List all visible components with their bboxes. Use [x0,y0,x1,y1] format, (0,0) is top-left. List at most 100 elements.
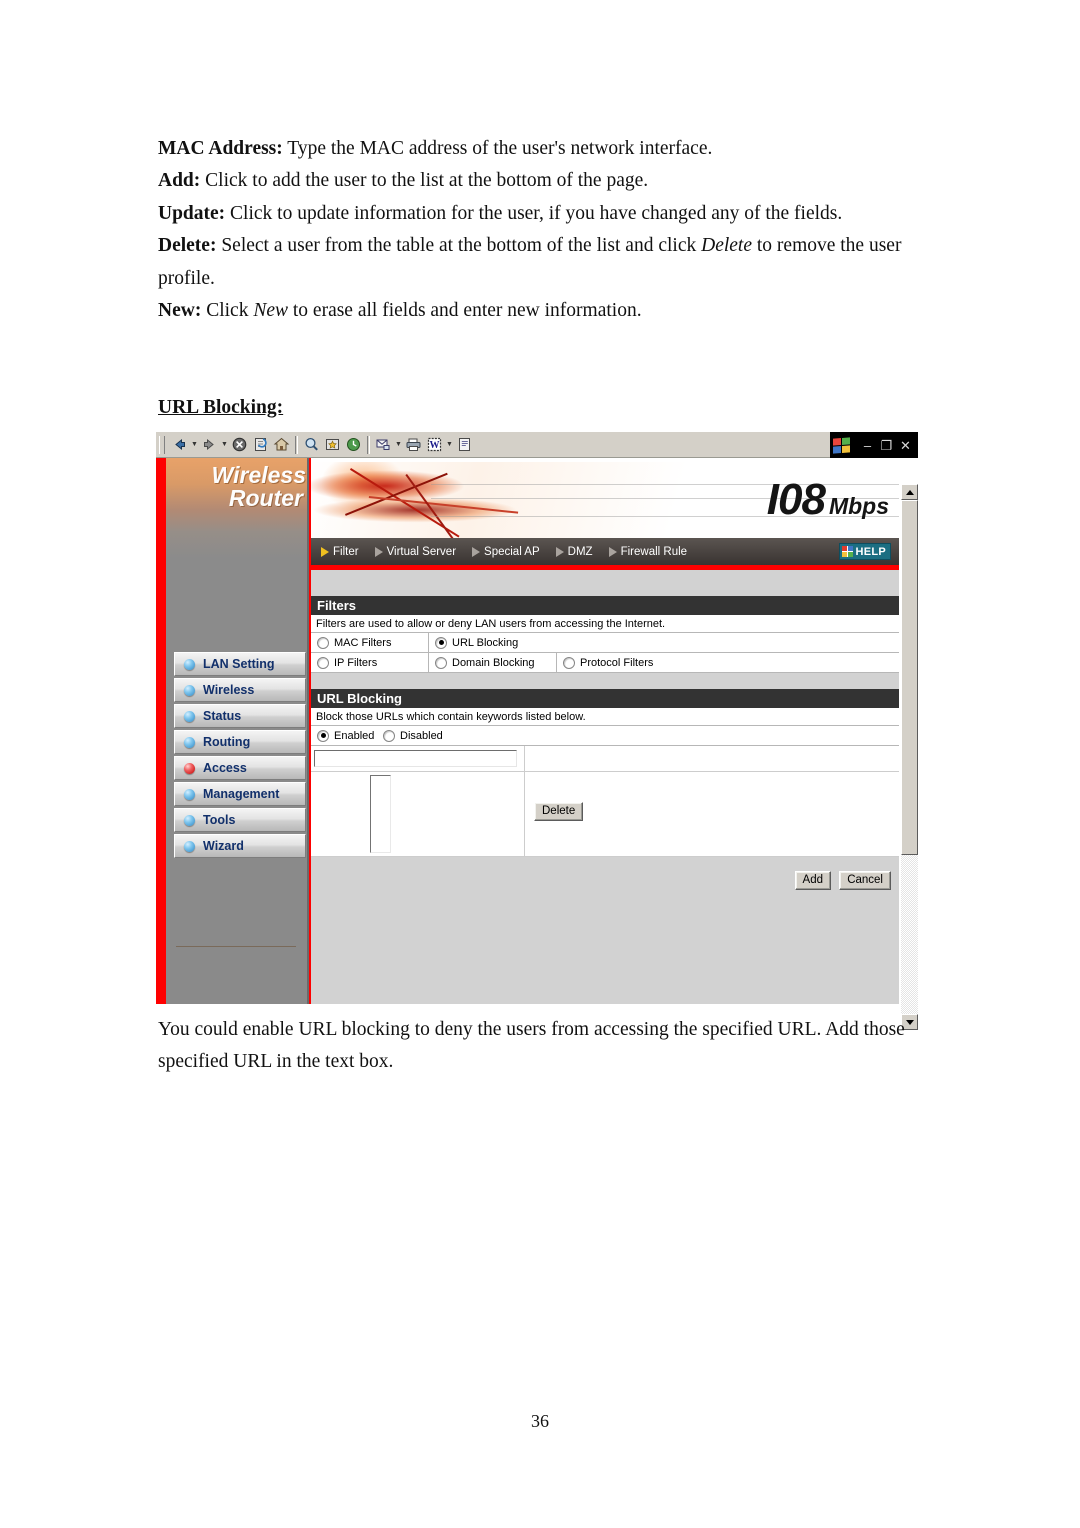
discuss-icon[interactable] [454,435,475,455]
radio-icon[interactable] [563,656,575,669]
mail-icon[interactable] [373,435,394,455]
forward-icon[interactable] [199,435,220,455]
desc-mac-address: Type the MAC address of the user's netwo… [282,138,713,159]
sidebar-item-lan-setting[interactable]: LAN Setting [174,652,306,676]
favorites-icon[interactable] [322,435,343,455]
url-blocking-panel-header: URL Blocking [311,689,899,708]
toolbar-grip[interactable] [159,435,165,454]
bullet-icon [184,736,195,748]
intro-paragraphs: MAC Address: Type the MAC address of the… [158,133,918,327]
mail-dropdown-icon[interactable]: ▼ [394,435,403,455]
doc-line-add: Add: Click to add the user to the list a… [158,165,918,197]
tab-dmz[interactable]: DMZ [555,545,593,558]
sidebar-item-label: Access [203,761,247,775]
home-icon[interactable] [271,435,292,455]
router-sidebar: Wireless Router LAN Setting Wireless Sta… [166,458,309,1004]
tab-filter[interactable]: Filter [321,546,359,558]
print-icon[interactable] [403,435,424,455]
page-number: 36 [531,1411,549,1431]
radio-selected-icon[interactable] [317,729,329,742]
keyword-input-cell [311,746,525,771]
option-mac-filters[interactable]: MAC Filters [311,633,429,652]
banner-speed-unit: Mbps [828,493,889,519]
desc-new-part2: to erase all fields and enter new inform… [288,300,642,322]
option-label: IP Filters [334,656,378,669]
radio-icon[interactable] [383,729,395,742]
url-keyword-listbox[interactable] [370,775,391,853]
sidebar-item-wireless[interactable]: Wireless [174,678,306,702]
help-button[interactable]: HELP [839,543,891,560]
option-label: MAC Filters [334,636,392,649]
doc-line-delete: Delete: Select a user from the table at … [158,230,918,295]
bullet-icon [184,840,195,852]
sidebar-item-status[interactable]: Status [174,704,306,728]
cancel-button[interactable]: Cancel [839,871,891,890]
edit-dropdown-icon[interactable]: ▼ [445,435,454,455]
scroll-up-icon[interactable] [901,484,918,500]
filters-panel-header: Filters [311,596,899,615]
document-page: MAC Address: Type the MAC address of the… [0,0,1080,1528]
router-main-column: I08 Mbps Filter Virtual Server Special A… [311,458,899,1004]
windows-logo-icon [833,436,850,454]
option-protocol-filters[interactable]: Protocol Filters [557,653,899,672]
keyword-entry-row [311,746,899,772]
scrollbar-thumb[interactable] [901,500,918,855]
back-dropdown-icon[interactable]: ▼ [190,435,199,455]
back-icon[interactable] [169,435,190,455]
help-icon [842,546,854,557]
banner-speed-text: I08 Mbps [767,478,889,528]
filters-panel: Filters Filters are used to allow or den… [311,596,899,673]
vertical-scrollbar[interactable] [899,484,918,1030]
sidebar-item-routing[interactable]: Routing [174,730,306,754]
filters-panel-title: Filters [317,598,357,613]
option-disabled[interactable]: Disabled [383,726,483,745]
router-nav-tabs: Filter Virtual Server Special AP DMZ Fir… [311,538,899,565]
search-icon[interactable] [301,435,322,455]
sidebar-item-management[interactable]: Management [174,782,306,806]
tab-label: DMZ [567,545,593,558]
window-controls: – ❐ ✕ [830,432,918,458]
content-spacer-top [311,570,899,596]
sidebar-item-access[interactable]: Access [174,756,306,780]
restore-button[interactable]: ❐ [877,439,896,452]
option-ip-filters[interactable]: IP Filters [311,653,429,672]
sidebar-item-label: Wireless [203,683,255,697]
url-keyword-input[interactable] [314,750,517,767]
tab-firewall-rule[interactable]: Firewall Rule [608,546,687,558]
radio-selected-icon[interactable] [435,636,447,649]
radio-icon[interactable] [435,656,447,669]
sidebar-item-wizard[interactable]: Wizard [174,834,306,858]
term-add: Add: [158,170,201,192]
option-url-blocking[interactable]: URL Blocking [429,633,771,652]
outro-paragraph: You could enable URL blocking to deny th… [158,1014,918,1079]
refresh-icon[interactable] [250,435,271,455]
stop-icon[interactable] [229,435,250,455]
browser-content-area: Wireless Router LAN Setting Wireless Sta… [156,458,918,1030]
option-label: URL Blocking [452,636,519,649]
close-button[interactable]: ✕ [896,439,915,452]
sidebar-item-label: Tools [203,813,236,827]
sidebar-item-tools[interactable]: Tools [174,808,306,832]
bullet-active-icon [184,762,195,774]
delete-button[interactable]: Delete [534,802,584,821]
history-icon[interactable] [343,435,364,455]
tab-special-ap[interactable]: Special AP [472,546,540,558]
tab-label: Filter [333,545,359,558]
sidebar-divider [176,946,296,947]
term-mac-address: MAC Address: [158,138,283,159]
minimize-button[interactable]: – [858,439,877,452]
edit-word-icon[interactable]: W [424,435,445,455]
bullet-icon [184,684,195,696]
toolbar-separator-1 [295,435,298,454]
filters-panel-description: Filters are used to allow or deny LAN us… [311,615,899,633]
radio-icon[interactable] [317,656,329,669]
add-button[interactable]: Add [794,871,831,890]
forward-dropdown-icon[interactable]: ▼ [220,435,229,455]
doc-line-update: Update: Click to update information for … [158,198,918,230]
option-domain-blocking[interactable]: Domain Blocking [429,653,557,672]
tab-virtual-server[interactable]: Virtual Server [374,546,456,558]
triangle-icon [555,546,564,557]
option-enabled[interactable]: Enabled [311,726,383,745]
term-new: New: [158,300,202,322]
radio-icon[interactable] [317,636,329,649]
